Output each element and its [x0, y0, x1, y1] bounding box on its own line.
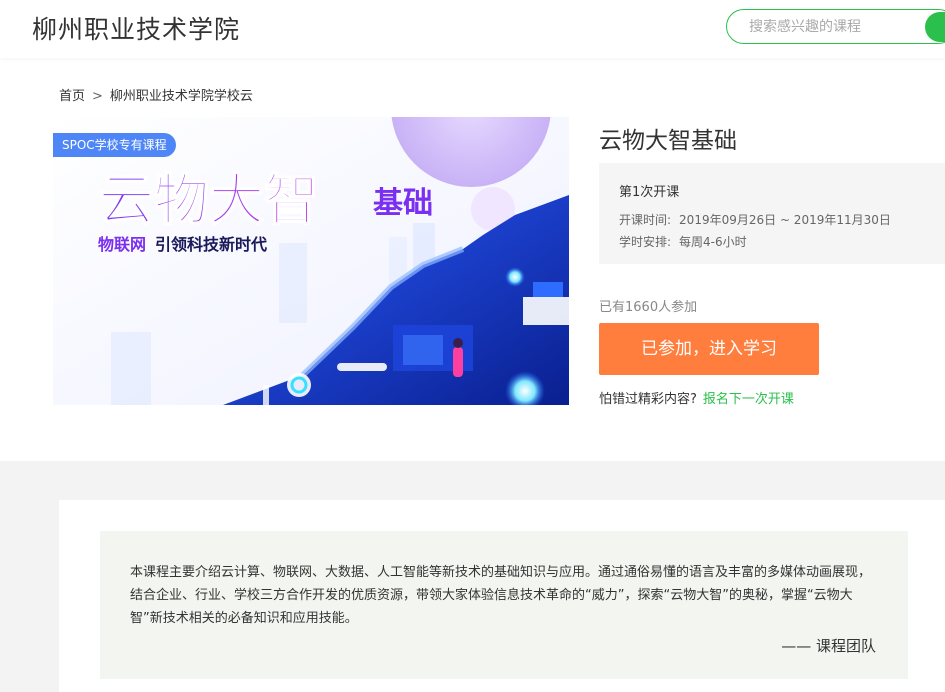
description-signature: —— 课程团队	[781, 637, 876, 655]
miss-text: 怕错过精彩内容?	[599, 392, 697, 407]
enter-learning-button[interactable]: 已参加，进入学习	[599, 323, 819, 375]
schedule-label: 学时安排:	[619, 235, 672, 249]
course-time-label: 开课时间:	[619, 213, 672, 227]
course-time-row: 开课时间: 2019年09月26日 ~ 2019年11月30日	[619, 211, 891, 228]
enrolled-count: 已有1660人参加	[599, 300, 698, 315]
course-time-value: 2019年09月26日 ~ 2019年11月30日	[679, 213, 891, 227]
schedule-row: 学时安排: 每周4-6小时	[619, 233, 747, 250]
description-box: 本课程主要介绍云计算、物联网、大数据、人工智能等新技术的基础知识与应用。通过通俗…	[100, 531, 908, 679]
search-button[interactable]	[925, 12, 945, 42]
breadcrumb-separator: >	[92, 89, 103, 104]
session-label: 第1次开课	[619, 185, 680, 200]
breadcrumb-home[interactable]: 首页	[59, 85, 85, 104]
session-info-box: 第1次开课 开课时间: 2019年09月26日 ~ 2019年11月30日 学时安…	[599, 163, 945, 264]
spoc-tag-badge: SPOC学校专有课程	[53, 133, 176, 157]
school-title[interactable]: 柳州职业技术学院	[32, 10, 240, 46]
search-input[interactable]	[749, 17, 919, 37]
breadcrumb-current[interactable]: 柳州职业技术学院学校云	[110, 85, 253, 104]
banner-headline: 云物大智	[99, 168, 319, 232]
course-banner-image: 云物大智 基础 物联网 引领科技新时代	[53, 117, 569, 405]
next-session-row: 怕错过精彩内容? 报名下一次开课	[599, 388, 794, 407]
course-title: 云物大智基础	[599, 128, 737, 154]
enroll-next-session-link[interactable]: 报名下一次开课	[703, 392, 794, 407]
breadcrumb: 首页 > 柳州职业技术学院学校云	[59, 85, 253, 104]
banner-tagline-rest: 引领科技新时代	[155, 235, 267, 254]
banner-illustration: 云物大智 基础 物联网 引领科技新时代	[53, 117, 569, 405]
schedule-value: 每周4-6小时	[679, 235, 747, 249]
banner-headline-suffix: 基础	[373, 186, 433, 221]
top-header: 柳州职业技术学院	[0, 0, 945, 58]
banner-tagline-highlight: 物联网	[98, 235, 146, 254]
course-description: 本课程主要介绍云计算、物联网、大数据、人工智能等新技术的基础知识与应用。通过通俗…	[130, 565, 872, 626]
search-box[interactable]	[726, 9, 945, 44]
